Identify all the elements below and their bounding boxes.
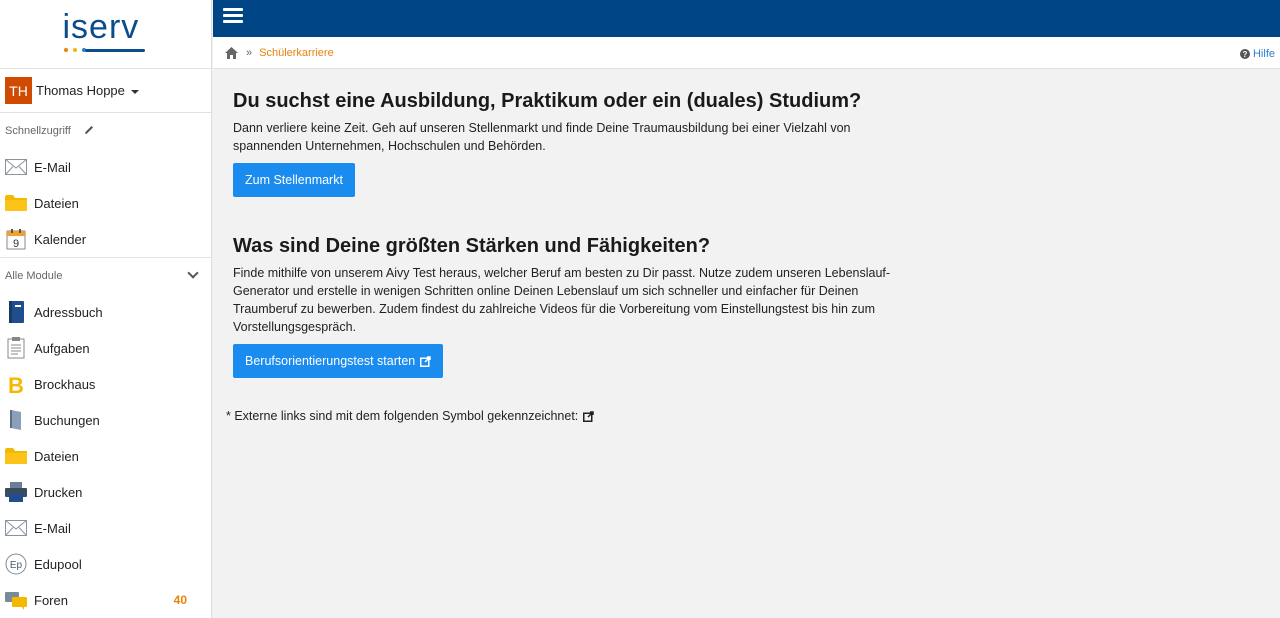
hamburger-menu-icon[interactable] [223, 8, 243, 26]
module-label: Edupool [34, 556, 82, 572]
section-text: Dann verliere keine Zeit. Geh auf unsere… [233, 121, 851, 153]
module-brockhaus[interactable]: B Brockhaus [0, 366, 211, 402]
user-menu[interactable]: TH Thomas Hoppe [0, 69, 211, 113]
breadcrumb: » Schülerkarriere ? Hilfe [213, 37, 1280, 69]
address-book-icon [5, 301, 27, 323]
section-strengths: Was sind Deine größten Stärken und Fähig… [233, 234, 913, 378]
quick-item-label: Kalender [34, 231, 87, 247]
module-label: Brockhaus [34, 376, 96, 392]
chevron-down-icon[interactable] [187, 267, 199, 279]
svg-text:B: B [8, 373, 24, 395]
quick-item-label: Dateien [34, 195, 79, 211]
user-name: Thomas Hoppe [36, 83, 125, 98]
help-label: Hilfe [1252, 48, 1275, 60]
folder-icon [5, 192, 27, 214]
top-bar [213, 0, 1280, 37]
pencil-icon[interactable] [83, 124, 95, 139]
home-icon[interactable] [225, 46, 238, 59]
all-modules-header[interactable]: Alle Module [0, 258, 211, 294]
logo-text: iserv [62, 8, 140, 46]
mail-icon [5, 156, 27, 178]
module-dateien[interactable]: Dateien [0, 438, 211, 474]
main-content: Du suchst eine Ausbildung, Praktikum ode… [213, 69, 1280, 618]
note-text: * Externe links sind mit dem folgenden S… [226, 409, 579, 423]
caret-down-icon [130, 89, 139, 94]
logo-dots [63, 48, 86, 52]
quick-access-label: Schnellzugriff [5, 125, 71, 137]
unread-badge: 40 [173, 593, 187, 607]
module-buchungen[interactable]: Buchungen [0, 402, 211, 438]
button-label: Zum Stellenmarkt [245, 173, 343, 187]
quick-item-email[interactable]: E-Mail [0, 149, 211, 185]
mail-icon [5, 517, 27, 539]
module-aufgaben[interactable]: Aufgaben [0, 330, 211, 366]
module-label: Aufgaben [34, 340, 90, 356]
section-title: Du suchst eine Ausbildung, Praktikum ode… [233, 90, 862, 112]
module-email[interactable]: E-Mail [0, 510, 211, 546]
quick-item-files[interactable]: Dateien [0, 185, 211, 221]
module-edupool[interactable]: Ep Edupool [0, 546, 211, 582]
section-job-market: Du suchst eine Ausbildung, Praktikum ode… [233, 89, 913, 197]
career-test-button[interactable]: Berufsorientierungstest starten [233, 344, 444, 378]
all-modules-label: Alle Module [5, 270, 63, 282]
breadcrumb-current[interactable]: Schülerkarriere [259, 47, 334, 59]
external-links-note: * Externe links sind mit dem folgenden S… [226, 409, 595, 423]
external-link-icon [583, 410, 595, 422]
logo-area: iserv [0, 0, 211, 69]
module-label: Drucken [34, 484, 83, 500]
logo-underline [84, 49, 145, 52]
button-label: Berufsorientierungstest starten [245, 354, 416, 368]
folder-icon [5, 445, 27, 467]
module-foren[interactable]: Foren 40 [0, 582, 211, 618]
module-label: E-Mail [34, 520, 71, 536]
external-link-icon [420, 355, 431, 367]
printer-icon [5, 481, 27, 503]
quick-item-label: E-Mail [34, 159, 71, 175]
job-market-button[interactable]: Zum Stellenmarkt [233, 163, 355, 197]
svg-text:Ep: Ep [10, 560, 23, 571]
module-label: Buchungen [34, 412, 100, 428]
quick-access-header: Schnellzugriff [0, 113, 211, 149]
calendar-icon: 9 [5, 228, 27, 250]
help-icon: ? [1239, 49, 1250, 59]
quick-item-calendar[interactable]: 9 Kalender [0, 221, 211, 257]
section-title: Was sind Deine größten Stärken und Fähig… [233, 235, 711, 257]
module-label: Foren [34, 592, 68, 608]
module-adressbuch[interactable]: Adressbuch [0, 294, 211, 330]
module-label: Adressbuch [34, 304, 103, 320]
clipboard-icon [5, 337, 27, 359]
booking-icon [5, 409, 27, 431]
edupool-icon: Ep [5, 553, 27, 575]
iserv-logo[interactable]: iserv [61, 10, 151, 54]
help-link[interactable]: ? Hilfe [1239, 48, 1275, 60]
svg-text:9: 9 [13, 238, 19, 250]
section-text: Finde mithilfe von unserem Aivy Test her… [233, 266, 891, 334]
breadcrumb-separator: » [246, 46, 253, 59]
module-label: Dateien [34, 448, 79, 464]
avatar: TH [5, 77, 32, 104]
sidebar: iserv TH Thomas Hoppe Schnellzugriff E-M… [0, 0, 212, 618]
brockhaus-icon: B [5, 373, 27, 395]
module-drucken[interactable]: Drucken [0, 474, 211, 510]
forum-icon [5, 589, 27, 611]
